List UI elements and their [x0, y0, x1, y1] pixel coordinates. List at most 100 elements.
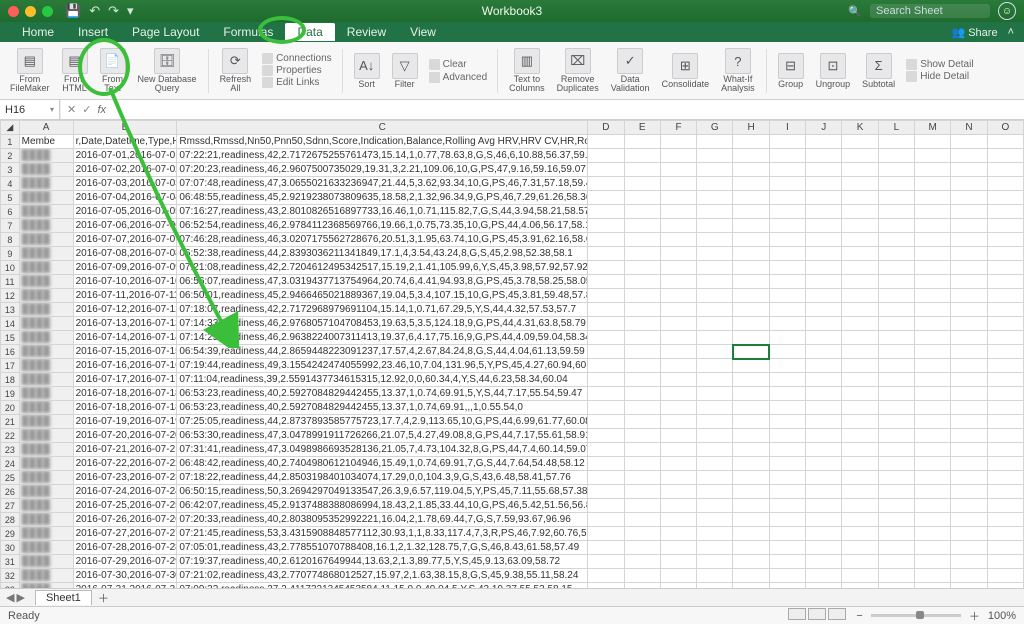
cell[interactable] — [915, 303, 951, 317]
cell[interactable]: 06:53:30,readiness,47,3.0478991911726266… — [177, 429, 588, 443]
cell[interactable] — [842, 303, 878, 317]
cell[interactable] — [624, 443, 660, 457]
ungroup-button[interactable]: ⊡Ungroup — [812, 51, 855, 91]
cell[interactable] — [733, 275, 769, 289]
cell[interactable] — [733, 373, 769, 387]
cell[interactable] — [624, 233, 660, 247]
cell[interactable] — [624, 555, 660, 569]
cell[interactable] — [987, 457, 1023, 471]
cell[interactable] — [951, 373, 987, 387]
cell[interactable] — [987, 261, 1023, 275]
cell[interactable] — [588, 261, 624, 275]
remove-duplicates-button[interactable]: ⌧Remove Duplicates — [553, 46, 603, 95]
cell[interactable] — [769, 247, 805, 261]
cell[interactable] — [806, 191, 842, 205]
row-header[interactable]: 20 — [1, 401, 20, 415]
cell[interactable] — [806, 541, 842, 555]
cell[interactable] — [769, 429, 805, 443]
row-header[interactable]: 28 — [1, 513, 20, 527]
cell-redacted[interactable]: ████ — [19, 443, 73, 457]
zoom-slider[interactable] — [871, 614, 961, 617]
cell[interactable] — [842, 401, 878, 415]
cell-redacted[interactable]: ████ — [19, 247, 73, 261]
cell[interactable] — [697, 471, 733, 485]
cell[interactable] — [660, 149, 696, 163]
zoom-level[interactable]: 100% — [988, 610, 1016, 622]
cell[interactable] — [660, 443, 696, 457]
cell[interactable]: 07:21:45,readiness,53,3.4315908848577112… — [177, 527, 588, 541]
cell[interactable] — [987, 177, 1023, 191]
cell[interactable] — [769, 387, 805, 401]
cell[interactable] — [660, 275, 696, 289]
cell[interactable] — [660, 569, 696, 583]
tab-formulas[interactable]: Formulas — [211, 23, 285, 41]
row-header[interactable]: 16 — [1, 345, 20, 359]
cell[interactable] — [588, 541, 624, 555]
cell[interactable] — [588, 471, 624, 485]
select-all-corner[interactable]: ◢ — [1, 121, 20, 135]
cell[interactable] — [987, 345, 1023, 359]
cell[interactable] — [697, 387, 733, 401]
cell-redacted[interactable]: ████ — [19, 527, 73, 541]
cell[interactable] — [697, 275, 733, 289]
cell[interactable]: 2016-07-15,2016-07-15 — [73, 345, 177, 359]
cell[interactable] — [624, 219, 660, 233]
cell[interactable] — [878, 499, 914, 513]
cell[interactable] — [624, 359, 660, 373]
cell[interactable]: 07:25:05,readiness,44,2.8737893585775723… — [177, 415, 588, 429]
tab-view[interactable]: View — [398, 23, 448, 41]
cell[interactable] — [697, 569, 733, 583]
cell[interactable] — [697, 373, 733, 387]
cell[interactable] — [588, 177, 624, 191]
cell[interactable] — [842, 387, 878, 401]
cell-redacted[interactable]: ████ — [19, 177, 73, 191]
cell[interactable] — [842, 457, 878, 471]
cell[interactable] — [660, 303, 696, 317]
cell[interactable] — [769, 219, 805, 233]
cell[interactable] — [624, 513, 660, 527]
cell[interactable]: 07:21:08,readiness,42,2.7204612495342517… — [177, 261, 588, 275]
cell[interactable] — [951, 471, 987, 485]
cell[interactable]: Rmssd,Rmssd,Nn50,Pnn50,Sdnn,Score,Indica… — [177, 135, 588, 149]
ribbon-collapse-icon[interactable]: ˄ — [1008, 26, 1014, 39]
cell[interactable] — [878, 205, 914, 219]
cell[interactable] — [588, 331, 624, 345]
cell[interactable]: 2016-07-18,2016-07-18 — [73, 387, 177, 401]
cell[interactable]: 06:48:42,readiness,40,2.7404980612104946… — [177, 457, 588, 471]
cell[interactable] — [624, 387, 660, 401]
cell[interactable] — [588, 317, 624, 331]
search-input[interactable]: Search Sheet — [870, 4, 990, 18]
column-header-A[interactable]: A — [19, 121, 73, 135]
cell[interactable] — [806, 527, 842, 541]
cell-redacted[interactable]: ████ — [19, 205, 73, 219]
share-button[interactable]: 👥 Share — [951, 26, 997, 39]
cell[interactable] — [915, 387, 951, 401]
cell-redacted[interactable]: ████ — [19, 261, 73, 275]
cell[interactable] — [915, 135, 951, 149]
cell[interactable] — [842, 177, 878, 191]
cell[interactable] — [660, 177, 696, 191]
cell[interactable] — [951, 135, 987, 149]
row-header[interactable]: 27 — [1, 499, 20, 513]
cell-redacted[interactable]: ████ — [19, 345, 73, 359]
cell[interactable] — [769, 149, 805, 163]
cell[interactable]: 2016-07-11,2016-07-11 — [73, 289, 177, 303]
row-header[interactable]: 13 — [1, 303, 20, 317]
enter-icon[interactable]: ✓ — [82, 103, 91, 116]
cell[interactable]: 2016-07-10,2016-07-10 — [73, 275, 177, 289]
cell[interactable] — [697, 247, 733, 261]
cell[interactable] — [915, 289, 951, 303]
cell[interactable] — [697, 429, 733, 443]
cell[interactable] — [660, 359, 696, 373]
cell-redacted[interactable]: ████ — [19, 373, 73, 387]
cell[interactable] — [660, 513, 696, 527]
cell[interactable] — [697, 233, 733, 247]
cell[interactable] — [588, 443, 624, 457]
consolidate-button[interactable]: ⊞Consolidate — [658, 51, 714, 91]
cell-redacted[interactable]: ████ — [19, 275, 73, 289]
cell[interactable] — [733, 303, 769, 317]
cell[interactable] — [842, 289, 878, 303]
cell[interactable]: 2016-07-13,2016-07-13 — [73, 317, 177, 331]
cell[interactable] — [769, 275, 805, 289]
cell[interactable] — [842, 261, 878, 275]
